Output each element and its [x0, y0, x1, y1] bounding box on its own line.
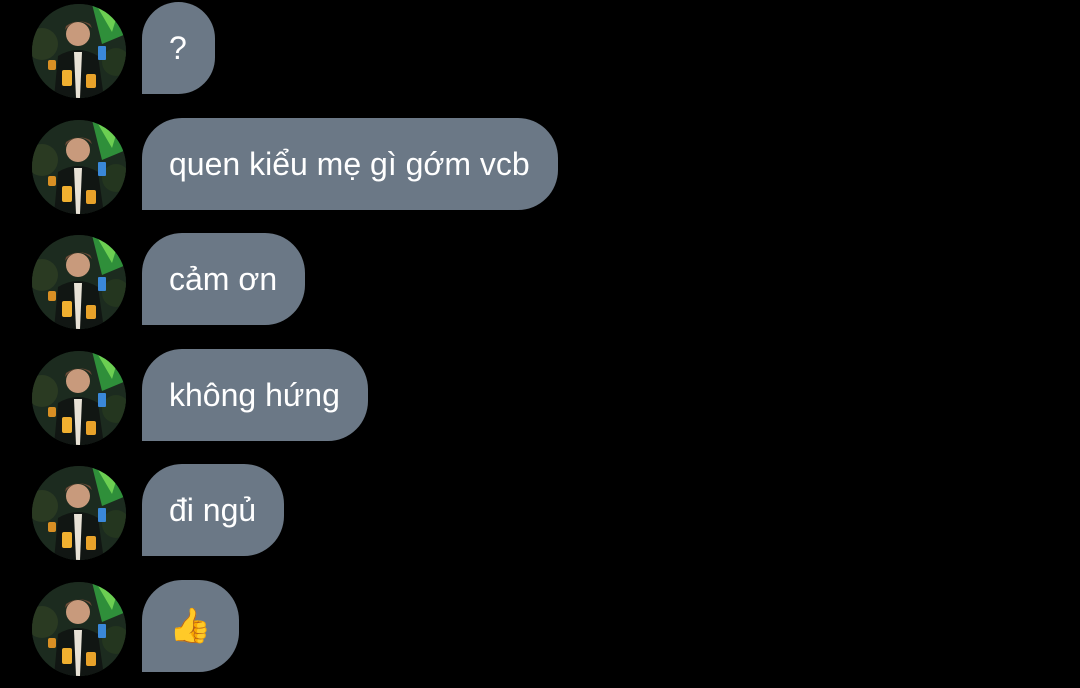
- profile-photo-avatar-icon: [32, 466, 126, 560]
- message-row: đi ngủ: [0, 464, 1080, 560]
- message-bubble[interactable]: cảm ơn: [142, 233, 306, 325]
- profile-photo-avatar-icon: [32, 4, 126, 98]
- message-row: 👍: [0, 580, 1080, 676]
- avatar[interactable]: [32, 466, 126, 560]
- thumbs-up-icon: 👍: [169, 606, 212, 646]
- message-bubble[interactable]: ?: [142, 2, 215, 94]
- profile-photo-avatar-icon: [32, 120, 126, 214]
- avatar[interactable]: [32, 4, 126, 98]
- message-bubble[interactable]: 👍: [142, 580, 240, 672]
- message-row: ?: [0, 2, 1080, 98]
- message-row: quen kiểu mẹ gì gớm vcb: [0, 118, 1080, 214]
- profile-photo-avatar-icon: [32, 351, 126, 445]
- message-text: không hứng: [169, 377, 340, 413]
- message-text: đi ngủ: [169, 492, 257, 528]
- avatar[interactable]: [32, 235, 126, 329]
- message-row: cảm ơn: [0, 233, 1080, 329]
- message-text: ?: [169, 30, 187, 66]
- profile-photo-avatar-icon: [32, 235, 126, 329]
- avatar[interactable]: [32, 582, 126, 676]
- avatar[interactable]: [32, 120, 126, 214]
- message-bubble[interactable]: quen kiểu mẹ gì gớm vcb: [142, 118, 558, 210]
- avatar[interactable]: [32, 351, 126, 445]
- message-text: cảm ơn: [169, 261, 278, 297]
- message-bubble[interactable]: đi ngủ: [142, 464, 285, 556]
- profile-photo-avatar-icon: [32, 582, 126, 676]
- message-bubble[interactable]: không hứng: [142, 349, 368, 441]
- message-text: quen kiểu mẹ gì gớm vcb: [169, 146, 530, 182]
- message-row: không hứng: [0, 349, 1080, 445]
- chat-thread: ? quen kiểu mẹ gì gớm vcb cảm ơn không h…: [0, 0, 1080, 688]
